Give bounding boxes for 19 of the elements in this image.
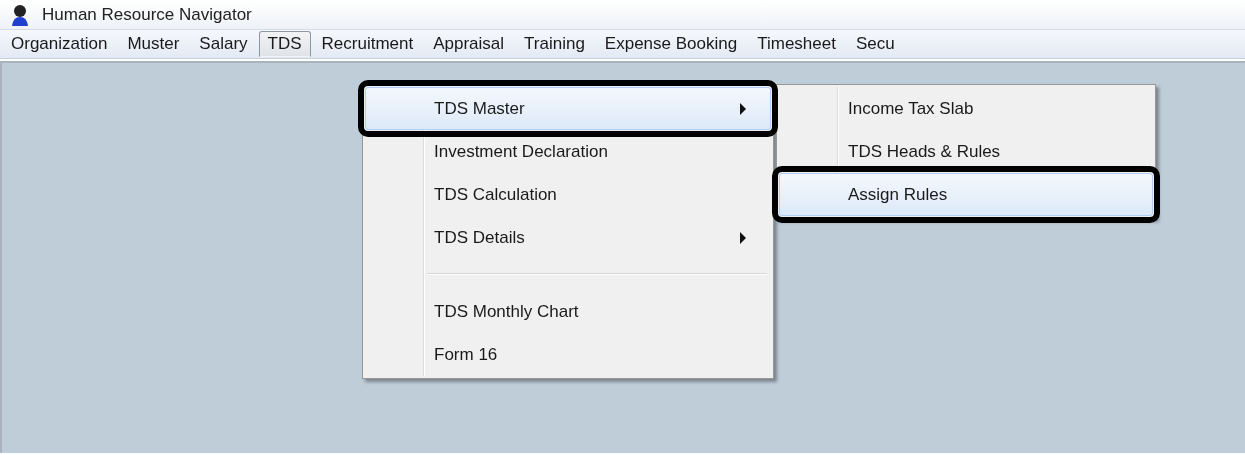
menu-bar-item[interactable]: Salary — [190, 31, 257, 57]
menu-bar-item[interactable]: Timesheet — [748, 31, 845, 57]
menu-item[interactable]: TDS Heads & Rules — [779, 130, 1153, 173]
menu-item[interactable]: Investment Declaration — [365, 130, 771, 173]
menu-item[interactable]: Form 16 — [365, 333, 771, 376]
menu-bar-item[interactable]: TDS — [258, 31, 311, 57]
menu-bar-item[interactable]: Organization — [2, 31, 117, 57]
menu-bar-item[interactable]: Expense Booking — [595, 31, 747, 57]
menu-item[interactable]: Income Tax Slab — [779, 87, 1153, 130]
menu-item[interactable]: TDS Details — [365, 216, 771, 259]
menu-bar-item[interactable]: Training — [515, 31, 594, 57]
person-icon — [10, 3, 30, 26]
menu-bar-item[interactable]: Appraisal — [424, 31, 514, 57]
window-title: Human Resource Navigator — [42, 4, 252, 25]
menu-item[interactable]: TDS Calculation — [365, 173, 771, 216]
menu-bar-item[interactable]: Recruitment — [312, 31, 423, 57]
menu-bar-item[interactable]: Muster — [118, 31, 189, 57]
menu-bar-item[interactable]: Secu — [846, 31, 904, 57]
menu-item[interactable]: TDS Monthly Chart — [365, 290, 771, 333]
